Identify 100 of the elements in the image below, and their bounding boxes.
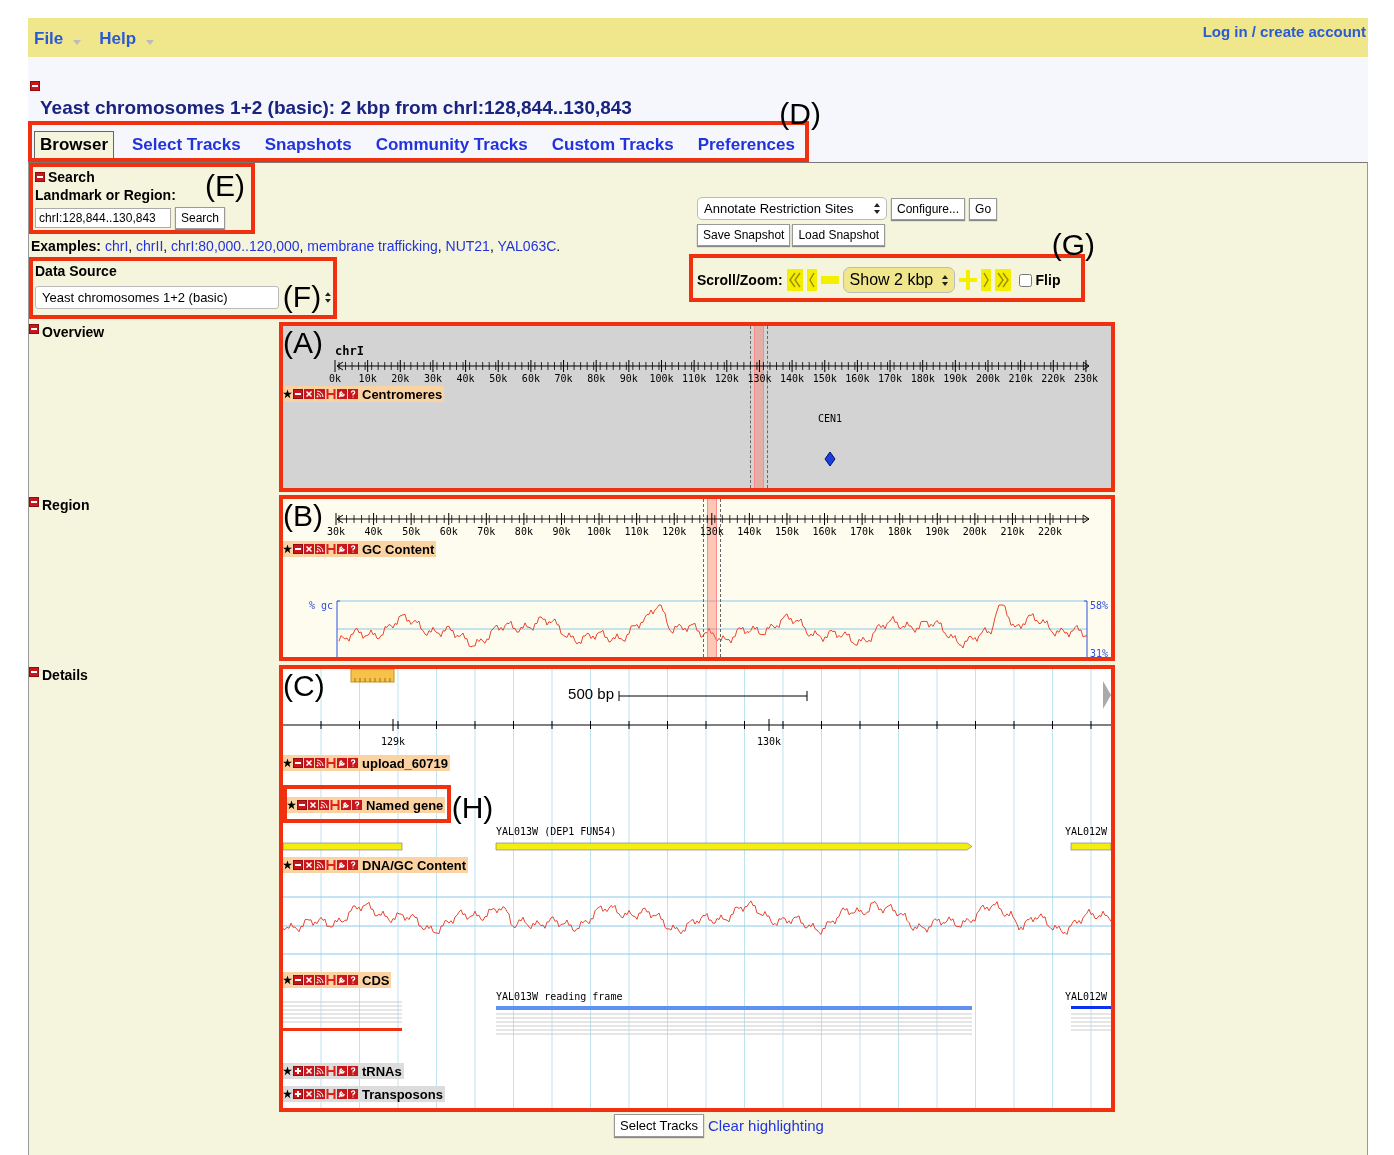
rss-icon[interactable] (315, 544, 325, 554)
close-icon[interactable] (304, 1066, 314, 1076)
tick-label: 130k (699, 526, 724, 537)
callout-label: (E) (205, 171, 245, 201)
tick-label: 190k (943, 373, 968, 384)
height-icon[interactable] (326, 389, 336, 399)
close-icon[interactable] (304, 975, 314, 985)
close-icon[interactable] (308, 800, 318, 810)
collapse-icon[interactable] (293, 544, 303, 554)
help-icon[interactable] (348, 544, 358, 554)
double-right-icon[interactable] (994, 269, 1011, 291)
collapse-icon[interactable] (293, 860, 303, 870)
rss-icon[interactable] (315, 975, 325, 985)
collapse-icon[interactable] (30, 81, 40, 91)
close-icon[interactable] (304, 389, 314, 399)
star-icon[interactable] (283, 758, 292, 768)
close-icon[interactable] (304, 758, 314, 768)
collapse-icon[interactable] (293, 758, 303, 768)
star-icon[interactable] (283, 544, 292, 554)
help-icon[interactable] (348, 975, 358, 985)
rss-icon[interactable] (315, 1066, 325, 1076)
star-icon[interactable] (283, 975, 292, 985)
tab[interactable]: Snapshots (258, 131, 358, 158)
collapse-icon[interactable] (29, 497, 39, 507)
wrench-icon[interactable] (337, 860, 347, 870)
rss-icon[interactable] (319, 800, 329, 810)
tick-label: 230k (1073, 373, 1098, 384)
close-icon[interactable] (304, 1089, 314, 1099)
help-icon[interactable] (348, 758, 358, 768)
help-icon[interactable] (348, 389, 358, 399)
height-icon[interactable] (326, 1089, 336, 1099)
rss-icon[interactable] (315, 758, 325, 768)
menu-item[interactable]: File (34, 29, 64, 49)
snapshot-button[interactable]: Save Snapshot (697, 224, 791, 246)
example-link[interactable]: NUT21 (445, 238, 490, 254)
collapse-icon[interactable] (293, 389, 303, 399)
star-icon[interactable] (283, 389, 292, 399)
rss-icon[interactable] (315, 860, 325, 870)
help-icon[interactable] (348, 1066, 358, 1076)
tick-label: 200k (962, 526, 987, 537)
star-icon[interactable] (287, 800, 296, 810)
collapse-icon[interactable] (35, 172, 45, 182)
wrench-icon[interactable] (337, 1066, 347, 1076)
tick-label: 10k (358, 373, 377, 384)
action-button[interactable]: Go (969, 197, 998, 220)
wrench-icon[interactable] (341, 800, 351, 810)
search-field[interactable]: chrI:128,844..130,843 (35, 208, 171, 228)
example-link[interactable]: chrI:80,000..120,000 (171, 238, 300, 254)
page-title: Yeast chromosomes 1+2 (basic): 2 kbp from chrI:128,844..130,843 (40, 97, 632, 119)
help-icon[interactable] (352, 800, 362, 810)
clear-highlighting-link[interactable]: Clear highlighting (708, 1117, 824, 1134)
tab[interactable]: Preferences (691, 131, 801, 158)
menu-item[interactable]: Help (99, 29, 137, 49)
star-icon[interactable] (283, 1066, 292, 1076)
double-left-icon[interactable] (786, 269, 803, 291)
star-icon[interactable] (283, 1089, 292, 1099)
expand-icon[interactable] (293, 1066, 303, 1076)
wrench-icon[interactable] (337, 544, 347, 554)
help-icon[interactable] (348, 1089, 358, 1099)
annotate-select[interactable]: Annotate Restriction Sites (697, 197, 887, 220)
height-icon[interactable] (326, 975, 336, 985)
example-link[interactable]: chrI (104, 238, 129, 254)
expand-icon[interactable] (293, 1089, 303, 1099)
action-button[interactable]: Configure... (891, 197, 966, 220)
login-link[interactable]: Log in / create account (1202, 23, 1366, 40)
collapse-icon[interactable] (297, 800, 307, 810)
zoom-select[interactable]: Show 2 kbp (842, 267, 955, 293)
example-link[interactable]: membrane trafficking (307, 238, 438, 254)
height-icon[interactable] (326, 544, 336, 554)
zoom-thumb[interactable] (350, 669, 395, 683)
flip-checkbox[interactable] (1018, 273, 1032, 287)
height-icon[interactable] (326, 1066, 336, 1076)
close-icon[interactable] (304, 860, 314, 870)
select-tracks-button[interactable]: Select Tracks (614, 1114, 705, 1137)
rss-icon[interactable] (315, 1089, 325, 1099)
wrench-icon[interactable] (337, 389, 347, 399)
wrench-icon[interactable] (337, 1089, 347, 1099)
wrench-icon[interactable] (337, 758, 347, 768)
close-icon[interactable] (304, 544, 314, 554)
tick-label: 0k (329, 373, 341, 384)
collapse-icon[interactable] (293, 975, 303, 985)
tab[interactable]: Community Tracks (369, 131, 534, 158)
height-icon[interactable] (326, 758, 336, 768)
data-source-select[interactable]: Yeast chromosomes 1+2 (basic) (35, 285, 279, 309)
collapse-icon[interactable] (29, 324, 39, 334)
right-icon[interactable] (980, 269, 991, 291)
height-icon[interactable] (326, 860, 336, 870)
collapse-icon[interactable] (29, 667, 39, 677)
height-icon[interactable] (330, 800, 340, 810)
tab[interactable]: Select Tracks (126, 131, 247, 158)
wrench-icon[interactable] (337, 975, 347, 985)
search-button[interactable]: Search (175, 207, 226, 229)
rss-icon[interactable] (315, 389, 325, 399)
example-link[interactable]: chrII (136, 238, 164, 254)
left-icon[interactable] (806, 269, 817, 291)
tab[interactable]: Browser (34, 131, 115, 158)
help-icon[interactable] (348, 860, 358, 870)
tab[interactable]: Custom Tracks (545, 131, 680, 158)
star-icon[interactable] (283, 860, 292, 870)
snapshot-button[interactable]: Load Snapshot (792, 224, 886, 246)
